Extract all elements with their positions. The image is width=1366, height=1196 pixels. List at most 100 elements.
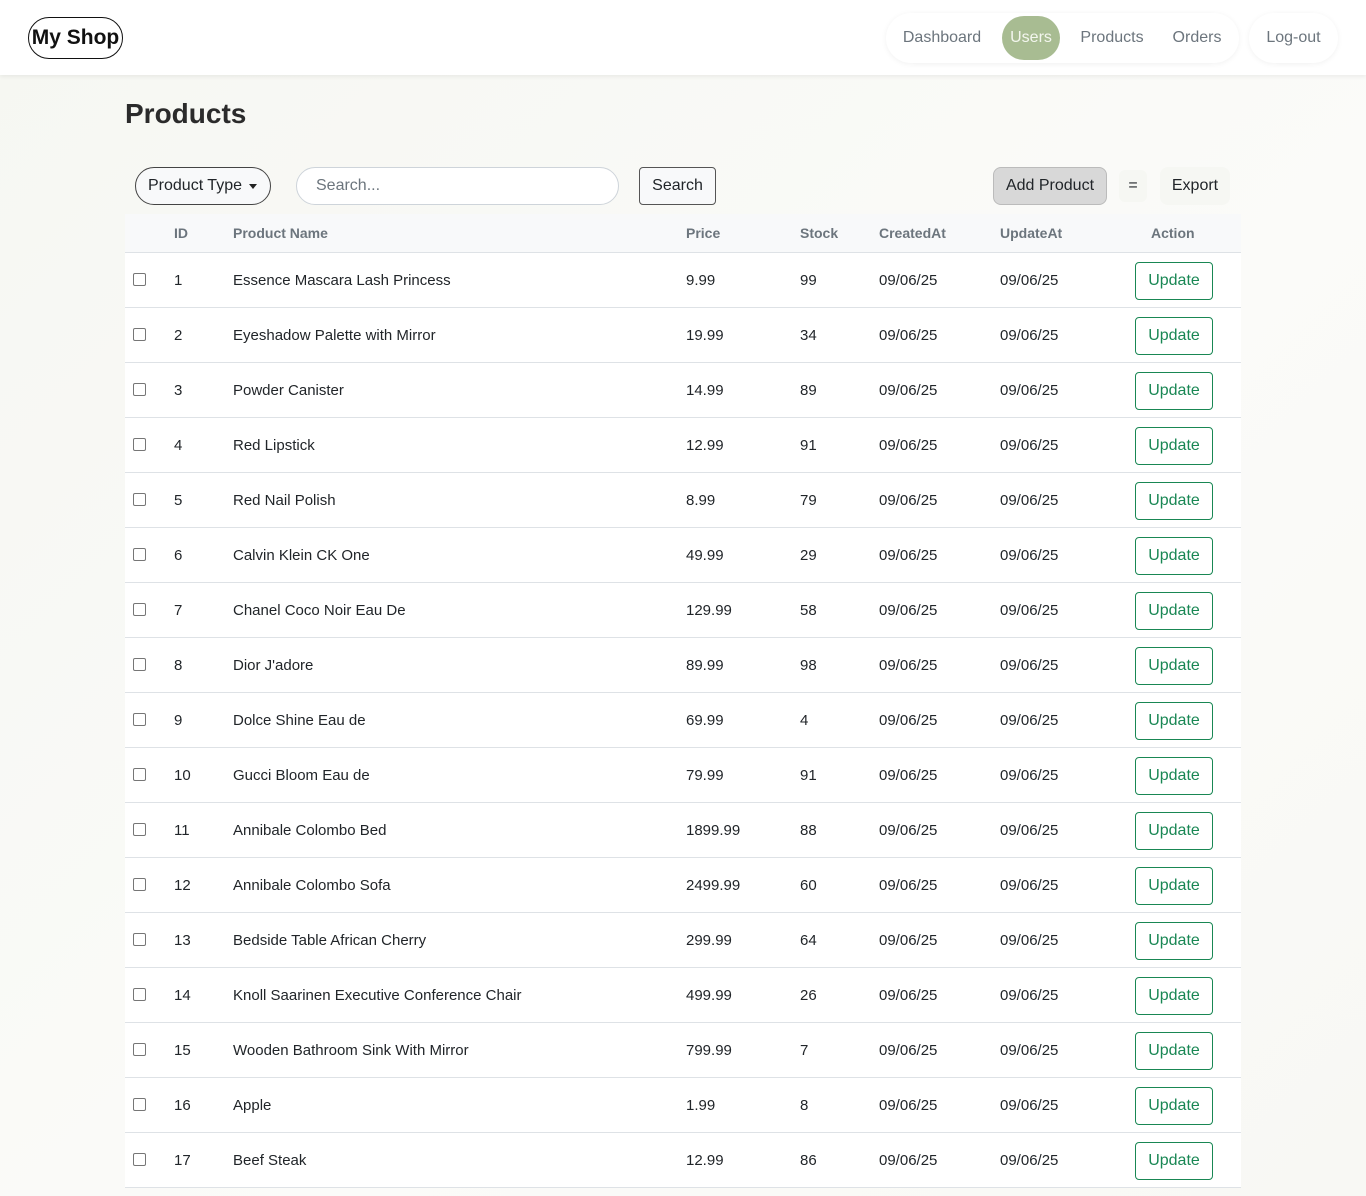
cell-id: 3 <box>174 382 183 399</box>
cell-created-at: 09/06/25 <box>879 712 938 729</box>
table-row: 14 Knoll Saarinen Executive Conference Ch… <box>125 968 1241 1023</box>
table-row: 12 Annibale Colombo Sofa 2499.99 60 09/06/25… <box>125 858 1241 913</box>
row-checkbox[interactable] <box>133 1043 146 1056</box>
cell-price: 8.99 <box>686 492 716 509</box>
update-button[interactable]: Update <box>1135 592 1213 630</box>
cell-stock: 98 <box>800 657 817 674</box>
cell-stock: 4 <box>800 712 809 729</box>
update-button[interactable]: Update <box>1135 1087 1213 1125</box>
logout-button[interactable]: Log-out <box>1249 13 1338 63</box>
cell-price: 19.99 <box>686 327 724 344</box>
export-button[interactable]: Export <box>1160 167 1230 205</box>
row-checkbox[interactable] <box>133 273 146 286</box>
table-row: 11 Annibale Colombo Bed 1899.99 88 09/06/25 0… <box>125 803 1241 858</box>
cell-price: 499.99 <box>686 987 732 1004</box>
search-button[interactable]: Search <box>639 167 716 205</box>
cell-created-at: 09/06/25 <box>879 547 938 564</box>
row-checkbox[interactable] <box>133 493 146 506</box>
row-checkbox[interactable] <box>133 713 146 726</box>
update-button[interactable]: Update <box>1135 702 1213 740</box>
cell-created-at: 09/06/25 <box>879 987 938 1004</box>
cell-stock: 8 <box>800 1097 809 1114</box>
cell-update-at: 09/06/25 <box>1000 437 1059 454</box>
equals-button[interactable]: = <box>1119 170 1147 202</box>
row-checkbox[interactable] <box>133 768 146 781</box>
cell-created-at: 09/06/25 <box>879 657 938 674</box>
cell-id: 15 <box>174 1042 191 1059</box>
column-header-id: ID <box>174 225 188 241</box>
cell-stock: 88 <box>800 822 817 839</box>
table-row: 7 Chanel Coco Noir Eau De 129.99 58 09/06/25… <box>125 583 1241 638</box>
update-button[interactable]: Update <box>1135 757 1213 795</box>
update-button[interactable]: Update <box>1135 317 1213 355</box>
row-checkbox[interactable] <box>133 988 146 1001</box>
cell-created-at: 09/06/25 <box>879 327 938 344</box>
column-header-price: Price <box>686 225 721 241</box>
update-button[interactable]: Update <box>1135 647 1213 685</box>
update-button[interactable]: Update <box>1135 372 1213 410</box>
update-button[interactable]: Update <box>1135 482 1213 520</box>
cell-stock: 89 <box>800 382 817 399</box>
cell-product-name: Annibale Colombo Sofa <box>233 877 391 894</box>
cell-created-at: 09/06/25 <box>879 1097 938 1114</box>
cell-product-name: Essence Mascara Lash Princess <box>233 272 451 289</box>
cell-stock: 60 <box>800 877 817 894</box>
cell-price: 299.99 <box>686 932 732 949</box>
nav-products[interactable]: Products <box>1072 16 1152 60</box>
cell-update-at: 09/06/25 <box>1000 272 1059 289</box>
product-type-dropdown[interactable]: Product Type <box>135 167 271 205</box>
cell-stock: 86 <box>800 1152 817 1169</box>
cell-id: 5 <box>174 492 183 509</box>
cell-product-name: Beef Steak <box>233 1152 307 1169</box>
brand-logo[interactable]: My Shop <box>28 17 123 59</box>
update-button[interactable]: Update <box>1135 262 1213 300</box>
cell-stock: 64 <box>800 932 817 949</box>
cell-stock: 34 <box>800 327 817 344</box>
row-checkbox[interactable] <box>133 823 146 836</box>
search-input[interactable] <box>296 167 619 205</box>
update-button[interactable]: Update <box>1135 1032 1213 1070</box>
update-button[interactable]: Update <box>1135 977 1213 1015</box>
table-row: 17 Beef Steak 12.99 86 09/06/25 09/06/25 Updat… <box>125 1133 1241 1188</box>
row-checkbox[interactable] <box>133 1098 146 1111</box>
cell-update-at: 09/06/25 <box>1000 602 1059 619</box>
cell-stock: 91 <box>800 437 817 454</box>
cell-stock: 29 <box>800 547 817 564</box>
cell-id: 7 <box>174 602 183 619</box>
row-checkbox[interactable] <box>133 548 146 561</box>
row-checkbox[interactable] <box>133 658 146 671</box>
update-button[interactable]: Update <box>1135 537 1213 575</box>
cell-update-at: 09/06/25 <box>1000 1097 1059 1114</box>
cell-update-at: 09/06/25 <box>1000 932 1059 949</box>
row-checkbox[interactable] <box>133 603 146 616</box>
cell-update-at: 09/06/25 <box>1000 822 1059 839</box>
row-checkbox[interactable] <box>133 383 146 396</box>
cell-stock: 58 <box>800 602 817 619</box>
column-header-updated: UpdateAt <box>1000 225 1063 241</box>
update-button[interactable]: Update <box>1135 427 1213 465</box>
row-checkbox[interactable] <box>133 438 146 451</box>
add-product-button[interactable]: Add Product <box>993 167 1107 205</box>
cell-stock: 7 <box>800 1042 809 1059</box>
update-button[interactable]: Update <box>1135 1142 1213 1180</box>
row-checkbox[interactable] <box>133 878 146 891</box>
cell-product-name: Apple <box>233 1097 272 1114</box>
cell-product-name: Dior J'adore <box>233 657 314 674</box>
cell-product-name: Annibale Colombo Bed <box>233 822 387 839</box>
cell-created-at: 09/06/25 <box>879 767 938 784</box>
cell-price: 49.99 <box>686 547 724 564</box>
update-button[interactable]: Update <box>1135 812 1213 850</box>
nav-orders[interactable]: Orders <box>1164 16 1230 60</box>
row-checkbox[interactable] <box>133 933 146 946</box>
cell-price: 14.99 <box>686 382 724 399</box>
update-button[interactable]: Update <box>1135 922 1213 960</box>
table-row: 2 Eyeshadow Palette with Mirror 19.99 34 09/… <box>125 308 1241 363</box>
row-checkbox[interactable] <box>133 328 146 341</box>
nav-dashboard[interactable]: Dashboard <box>894 16 990 60</box>
table-row: 15 Wooden Bathroom Sink With Mirror 799.99… <box>125 1023 1241 1078</box>
update-button[interactable]: Update <box>1135 867 1213 905</box>
cell-created-at: 09/06/25 <box>879 272 938 289</box>
row-checkbox[interactable] <box>133 1153 146 1166</box>
cell-id: 10 <box>174 767 191 784</box>
nav-users[interactable]: Users <box>1002 16 1060 60</box>
